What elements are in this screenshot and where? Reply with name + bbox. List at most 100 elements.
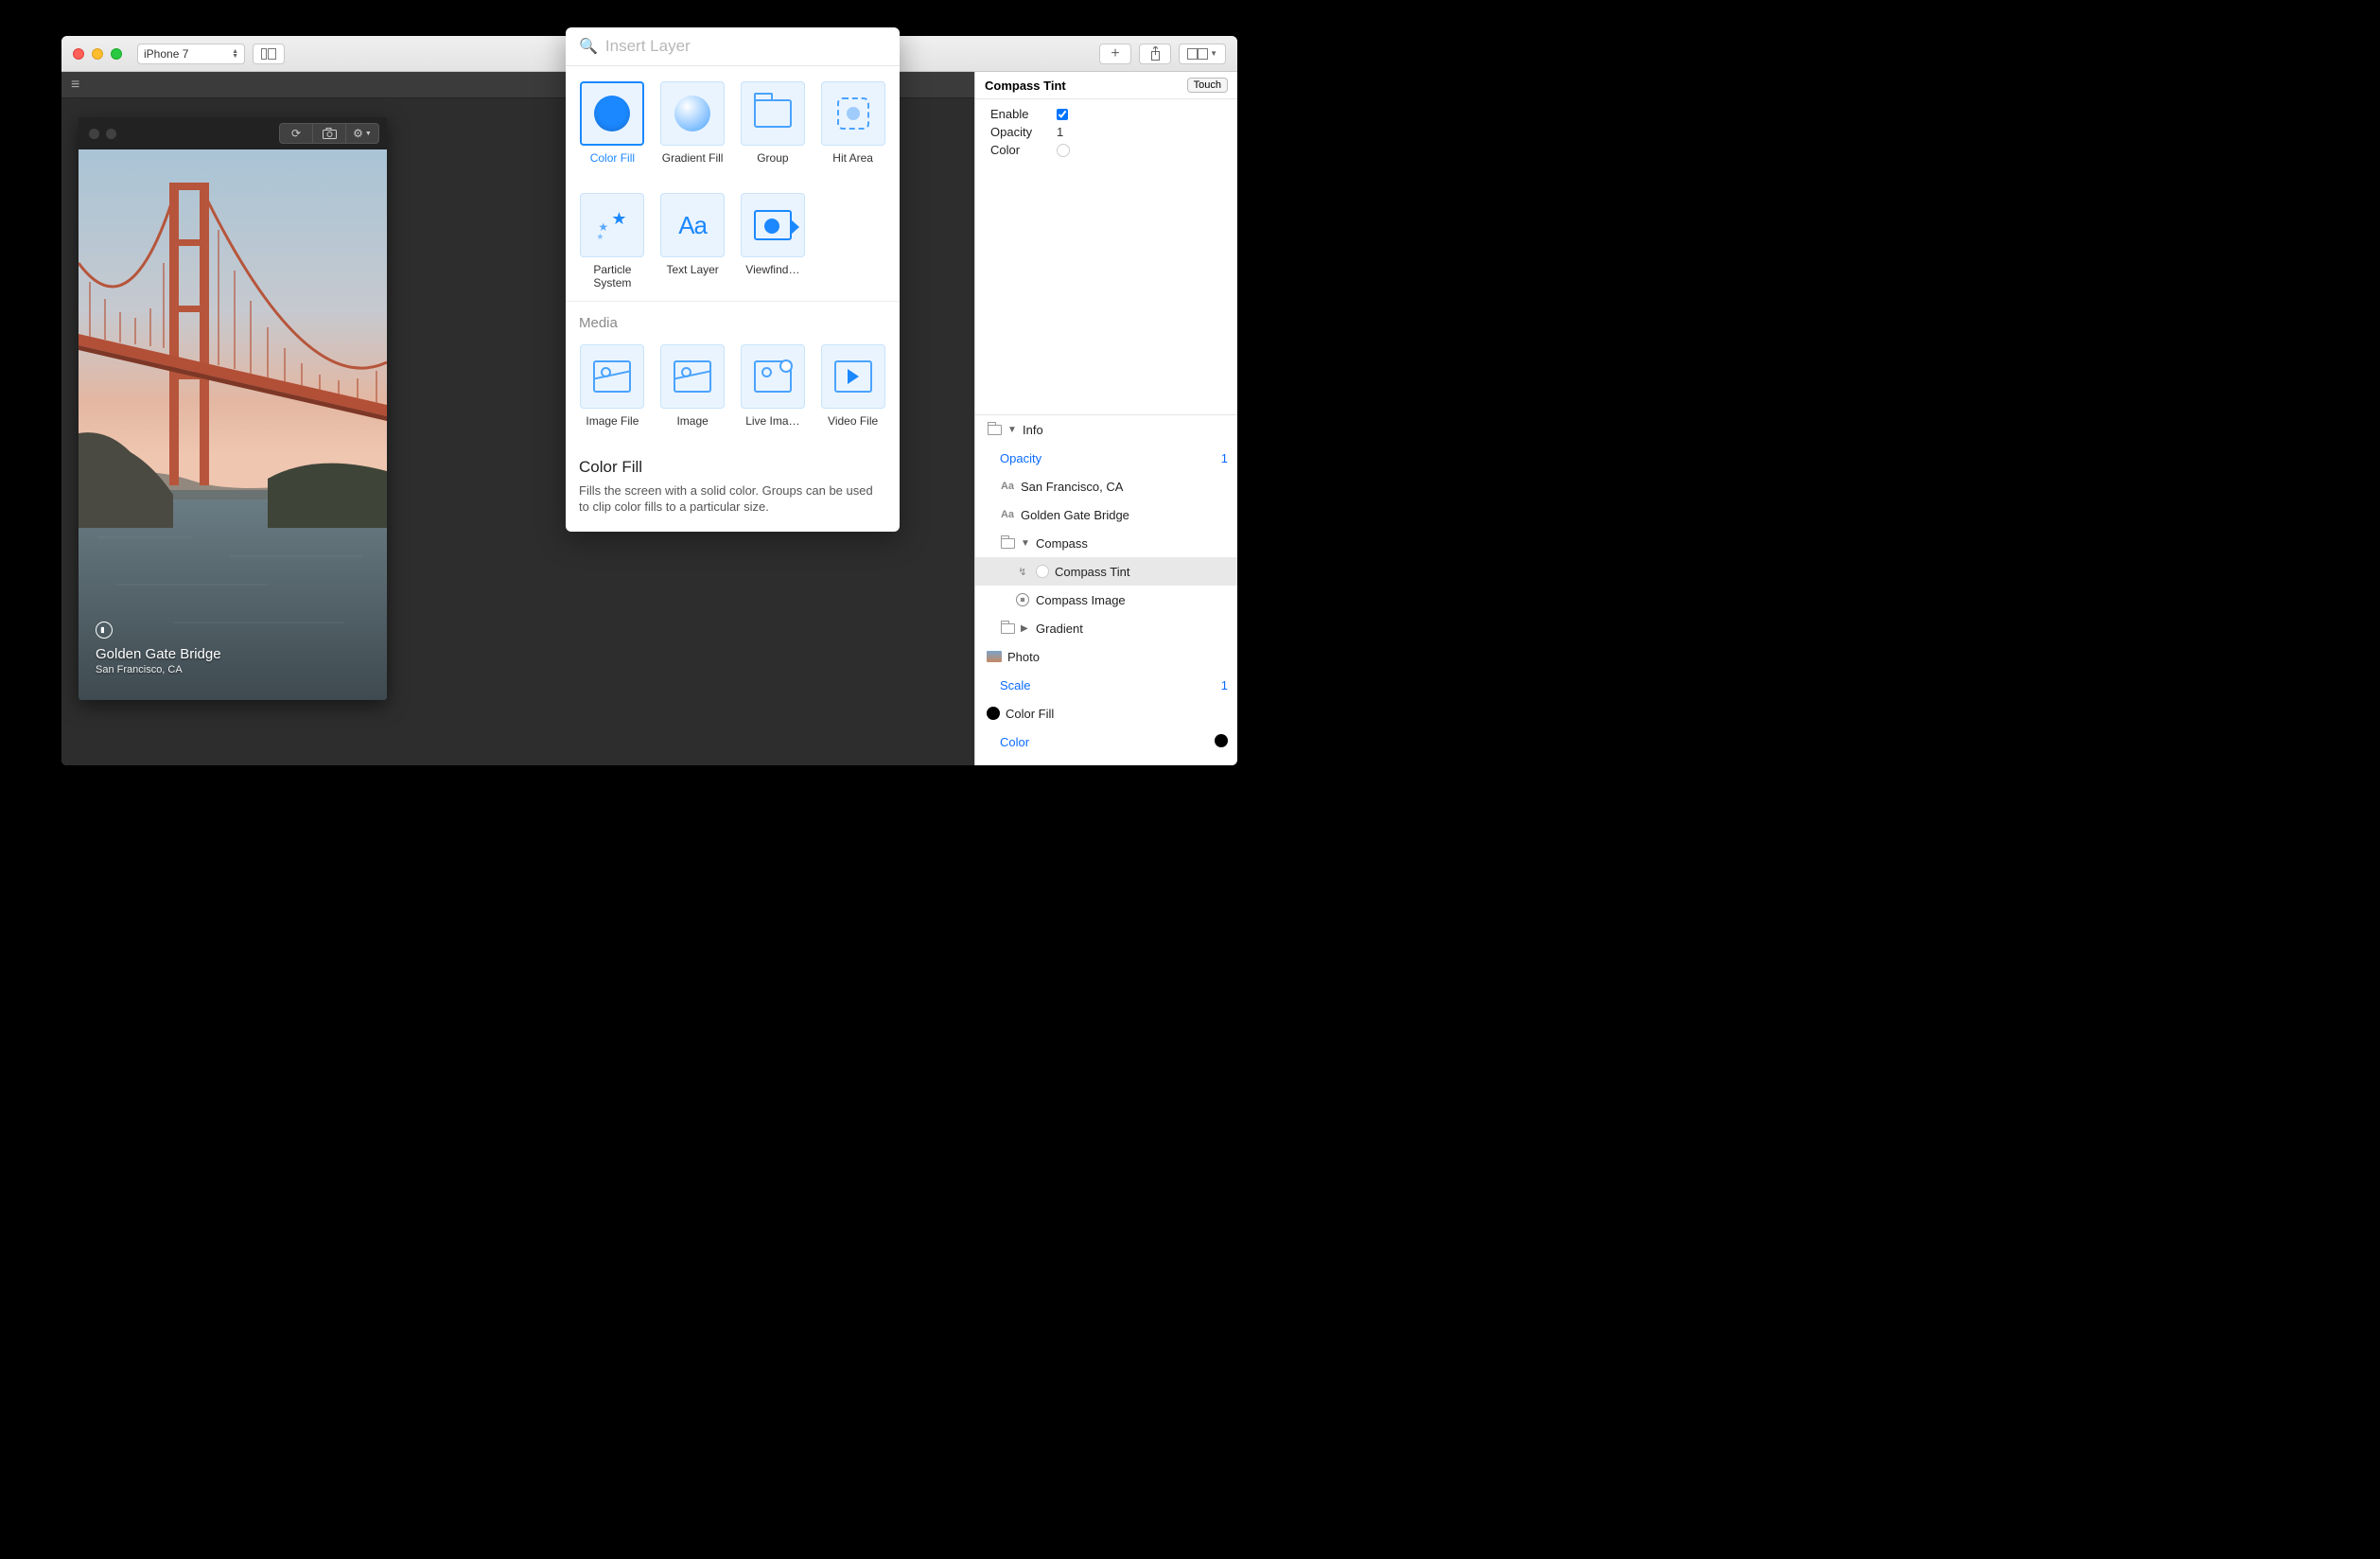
layout-toggle-button[interactable] [253, 44, 285, 64]
gear-icon: ⚙ [353, 127, 363, 140]
add-button[interactable]: + [1099, 44, 1131, 64]
cell-color-fill[interactable]: Color Fill [579, 81, 646, 180]
enable-checkbox[interactable] [1057, 109, 1068, 120]
share-icon [1149, 46, 1162, 61]
device-select[interactable]: iPhone 7 ▲▼ [137, 44, 245, 64]
media-section-label: Media [566, 301, 900, 335]
view-mode-button[interactable]: ▼ [1179, 44, 1226, 64]
folder-icon [754, 99, 792, 128]
live-image-icon [754, 360, 792, 393]
detail-body: Fills the screen with a solid color. Gro… [579, 482, 886, 515]
layer-photo[interactable]: Photo [975, 642, 1237, 671]
hit-area-icon [837, 97, 869, 130]
swatch-icon [1036, 565, 1049, 578]
search-icon: 🔍 [579, 37, 598, 56]
layer-info-opacity[interactable]: Opacity 1 [975, 444, 1237, 472]
layer-color-fill-color[interactable]: Color [975, 727, 1237, 756]
preview-traffic [89, 129, 116, 139]
search-input[interactable] [605, 37, 886, 56]
swatch-icon [1215, 734, 1228, 747]
cell-video-file[interactable]: Video File [819, 344, 886, 443]
text-icon: Aa [1000, 507, 1015, 522]
hamburger-icon[interactable]: ≡ [71, 77, 79, 94]
chevron-updown-icon: ▲▼ [232, 49, 238, 59]
opacity-value[interactable]: 1 [1057, 125, 1228, 139]
reload-icon: ⟳ [291, 127, 301, 140]
text-icon: Aa [1000, 479, 1015, 494]
layer-ggb[interactable]: Aa Golden Gate Bridge [975, 500, 1237, 529]
preview-overlay: Golden Gate Bridge San Francisco, CA [96, 622, 221, 675]
viewfinder-icon [754, 210, 792, 240]
preview-titlebar: ⟳ ⚙▼ [79, 117, 387, 149]
layer-compass-image[interactable]: Compass Image [975, 586, 1237, 614]
camera-icon [323, 128, 337, 139]
chevron-down-icon: ▼ [365, 131, 372, 137]
image-file-icon [593, 360, 631, 393]
inspector-panel: Compass Tint Touch Enable Opacity 1 Colo… [974, 72, 1237, 765]
gradient-icon [674, 96, 710, 131]
folder-icon [988, 425, 1002, 435]
cell-live-image[interactable]: Live Ima… [740, 344, 807, 443]
preview-reload-button[interactable]: ⟳ [279, 123, 313, 144]
cell-viewfinder[interactable]: Viewfind… [740, 193, 807, 291]
layer-compass[interactable]: ▼ Compass [975, 529, 1237, 557]
layer-color-fill[interactable]: Color Fill [975, 699, 1237, 727]
layer-compass-tint[interactable]: ↯ Compass Tint [975, 557, 1237, 586]
particle-icon: ★ ★ ★ [594, 207, 630, 243]
cell-image-file[interactable]: Image File [579, 344, 646, 443]
layout-icon [261, 48, 276, 60]
bridge-illustration [79, 149, 387, 700]
plus-icon: + [1111, 45, 1119, 62]
layer-type-grid: Color Fill Gradient Fill Group Hit Area … [566, 66, 900, 297]
preview-device: ⟳ ⚙▼ [79, 117, 387, 700]
maximize-button[interactable] [111, 48, 122, 60]
layer-photo-scale[interactable]: Scale 1 [975, 671, 1237, 699]
cell-image[interactable]: Image [659, 344, 726, 443]
insert-layer-popover: 🔍 Color Fill Gradient Fill Group Hit Are… [566, 27, 900, 532]
swatch-icon [987, 707, 1000, 720]
preview-settings-button[interactable]: ⚙▼ [345, 123, 379, 144]
prop-enable: Enable [990, 107, 1228, 121]
photo-icon [987, 651, 1002, 662]
minimize-button[interactable] [92, 48, 103, 60]
preview-title: Golden Gate Bridge [96, 646, 221, 662]
color-fill-icon [594, 96, 630, 131]
detail-title: Color Fill [579, 458, 886, 477]
prop-color: Color [990, 143, 1228, 157]
compass-icon [1016, 593, 1029, 606]
preview-subtitle: San Francisco, CA [96, 664, 221, 675]
cell-hit-area[interactable]: Hit Area [819, 81, 886, 180]
disclosure-down-icon[interactable]: ▼ [1021, 538, 1030, 549]
layer-list: ▼ Info Opacity 1 Aa San Francisco, CA Aa… [975, 415, 1237, 765]
layer-info[interactable]: ▼ Info [975, 415, 1237, 444]
text-icon: Aa [678, 211, 707, 240]
cell-group[interactable]: Group [740, 81, 807, 180]
disclosure-right-icon[interactable]: ▶ [1021, 623, 1030, 634]
layer-sf[interactable]: Aa San Francisco, CA [975, 472, 1237, 500]
popover-search: 🔍 [566, 27, 900, 66]
folder-icon [1001, 538, 1015, 549]
inspector-title: Compass Tint [985, 79, 1066, 93]
media-grid: Image File Image Live Ima… Video File [566, 335, 900, 448]
popover-detail: Color Fill Fills the screen with a solid… [566, 448, 900, 532]
compass-icon [96, 622, 113, 639]
touch-button[interactable]: Touch [1187, 78, 1228, 93]
preview-photo: Golden Gate Bridge San Francisco, CA [79, 149, 387, 700]
prop-opacity: Opacity 1 [990, 125, 1228, 139]
book-icon [1187, 48, 1208, 60]
color-swatch[interactable] [1057, 144, 1070, 157]
folder-icon [1001, 623, 1015, 634]
video-icon [834, 360, 872, 393]
disclosure-down-icon[interactable]: ▼ [1007, 425, 1017, 435]
preview-tools: ⟳ ⚙▼ [279, 123, 379, 144]
preview-camera-button[interactable] [312, 123, 346, 144]
share-button[interactable] [1139, 44, 1171, 64]
layer-gradient[interactable]: ▶ Gradient [975, 614, 1237, 642]
close-button[interactable] [73, 48, 84, 60]
chevron-down-icon: ▼ [1210, 49, 1217, 58]
window-controls [73, 48, 122, 60]
cell-text-layer[interactable]: Aa Text Layer [659, 193, 726, 291]
cell-gradient-fill[interactable]: Gradient Fill [659, 81, 726, 180]
inspector-properties: Enable Opacity 1 Color [975, 99, 1237, 166]
cell-particle-system[interactable]: ★ ★ ★ Particle System [579, 193, 646, 291]
